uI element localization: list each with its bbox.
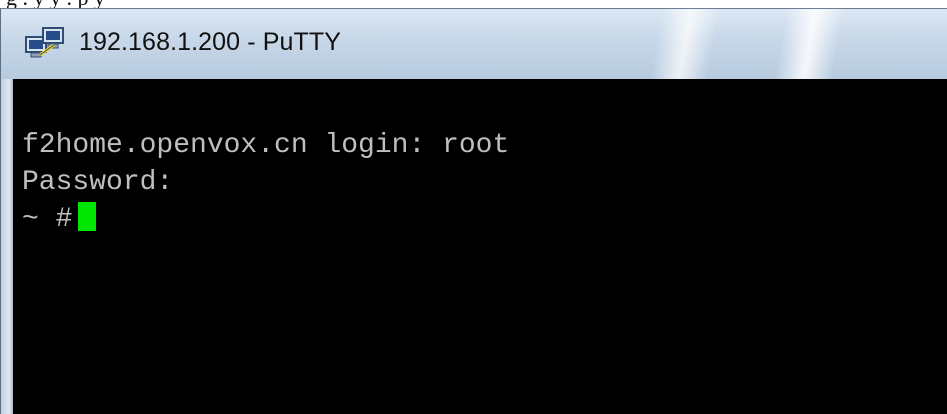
window-titlebar[interactable]: 192.168.1.200 - PuTTY: [1, 9, 947, 80]
terminal-line-login: f2home.openvox.cn login: root: [22, 130, 510, 161]
putty-window: 192.168.1.200 - PuTTY f2home.openvox.cn …: [0, 8, 947, 414]
terminal-prompt-line: ~ #: [22, 201, 947, 238]
putty-icon[interactable]: [25, 25, 65, 63]
window-title: 192.168.1.200 - PuTTY: [79, 28, 341, 56]
screenshot-page: g . y y . p y 192.168.1.200 - PuTTY f2ho…: [0, 0, 947, 414]
terminal-screen[interactable]: f2home.openvox.cn login: root Password: …: [13, 79, 947, 414]
terminal-line-password: Password:: [22, 167, 174, 198]
terminal-cursor: [78, 202, 97, 231]
shell-prompt: ~ #: [22, 204, 73, 235]
